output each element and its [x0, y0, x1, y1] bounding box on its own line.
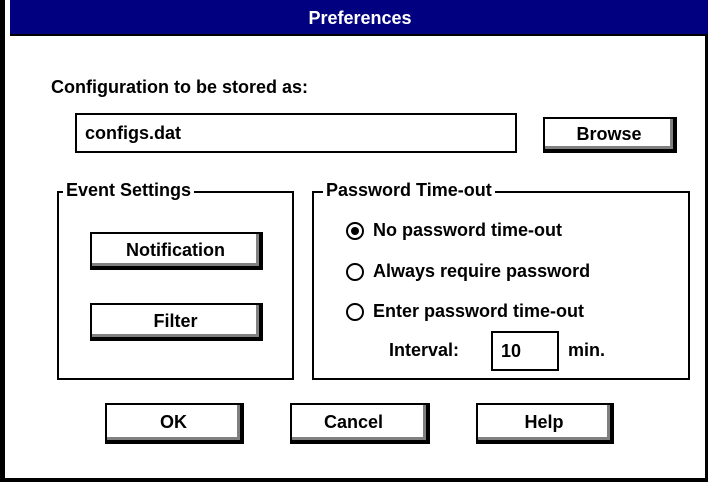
browse-button[interactable]: Browse: [543, 117, 677, 153]
notification-button[interactable]: Notification: [90, 232, 263, 270]
radio-always-require[interactable]: [346, 263, 364, 281]
radio-no-timeout[interactable]: [346, 222, 364, 240]
password-timeout-legend: Password Time-out: [323, 180, 495, 201]
event-settings-group: [57, 191, 294, 380]
interval-unit-label: min.: [568, 340, 606, 360]
preferences-dialog: Preferences Configuration to be stored a…: [0, 0, 708, 482]
event-settings-legend: Event Settings: [63, 180, 195, 201]
radio-no-timeout-label: No password time-out: [373, 220, 563, 240]
cancel-button[interactable]: Cancel: [290, 403, 430, 444]
radio-enter-timeout[interactable]: [346, 303, 364, 321]
help-button[interactable]: Help: [476, 403, 614, 444]
radio-enter-timeout-label: Enter password time-out: [373, 301, 585, 321]
config-file-value: configs.dat: [85, 122, 182, 143]
title-bar: Preferences: [10, 0, 708, 36]
interval-input[interactable]: 10: [491, 331, 559, 371]
ok-button[interactable]: OK: [105, 403, 244, 444]
interval-label: Interval:: [389, 340, 460, 360]
filter-button[interactable]: Filter: [90, 303, 263, 341]
radio-always-require-label: Always require password: [373, 261, 591, 281]
config-file-input[interactable]: configs.dat: [75, 113, 517, 153]
config-label: Configuration to be stored as:: [51, 77, 309, 97]
interval-value: 10: [501, 340, 522, 361]
